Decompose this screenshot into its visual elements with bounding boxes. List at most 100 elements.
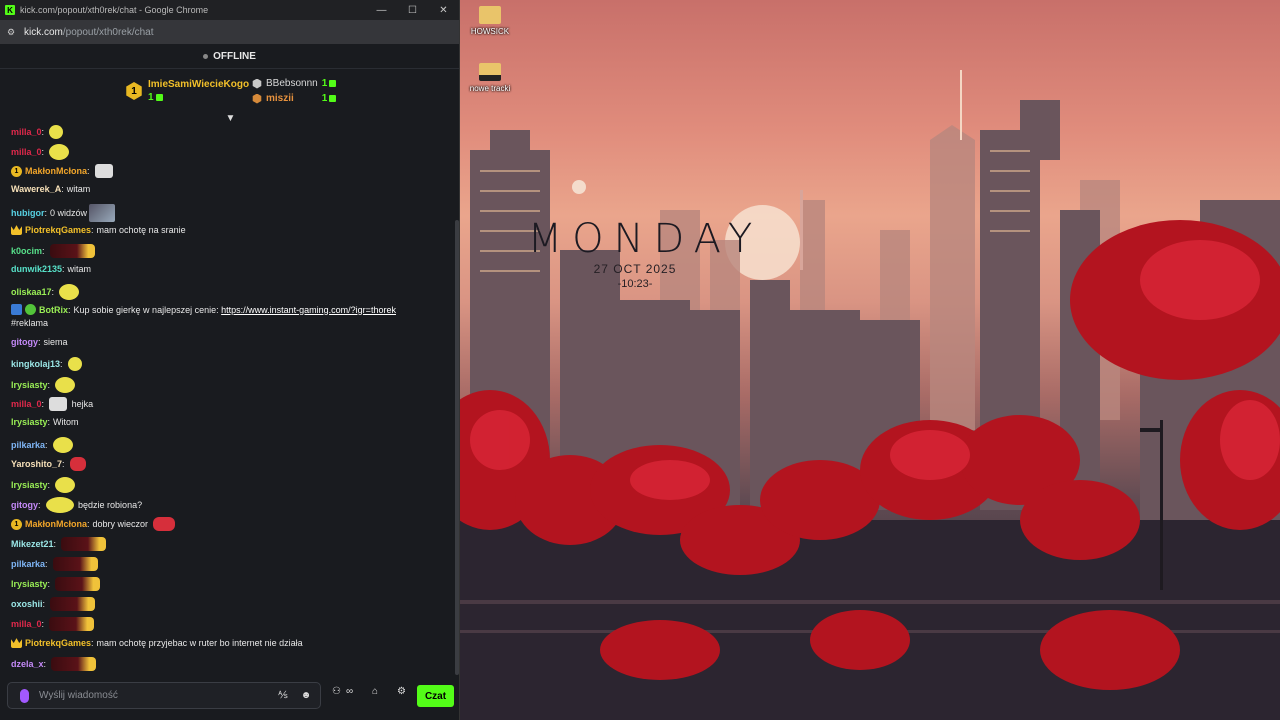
chat-username[interactable]: PiotrekqGames [25,638,91,648]
chat-username[interactable]: kingkolaj13 [11,359,60,369]
emote-icon [152,517,175,531]
url-path: /popout/xth0rek/chat [62,26,154,38]
emote-icon [51,657,97,671]
emote-icon [89,204,116,222]
bronze-medal-icon [252,93,262,104]
chat-input[interactable] [39,690,274,701]
window-title: kick.com/popout/xth0rek/chat - Google Ch… [20,5,209,15]
chat-message: pilkarka: [11,437,75,453]
chat-text: #reklama [11,318,49,328]
desktop-icon-nowe-tracki[interactable]: nowe tracki [460,63,520,93]
microphone-icon[interactable] [20,688,29,703]
chat-link[interactable]: https://www.instant-gaming.com/?igr=thor… [221,305,396,315]
chat-text: mam ochotę na sranie [96,224,186,235]
emote-icon [49,125,64,139]
chat-message: 1 MakłonMcłona: dobry wieczor [11,517,177,531]
bot-badge-icon [11,304,22,315]
chat-message: oxoshii: [11,597,97,611]
chat-message: Yaroshito_7: [11,457,88,471]
emote-icon [55,577,101,591]
translate-icon[interactable]: ⅍ [274,690,292,701]
chat-username[interactable]: lrysiasty [11,380,48,390]
chat-username[interactable]: PiotrekqGames [25,225,91,235]
chat-text: 0 widzów [50,208,88,218]
leaderboard-second[interactable]: BBebsonnn 1 [252,78,337,89]
chat-username[interactable]: milla_0 [11,127,42,137]
chat-username[interactable]: milla_0 [11,147,42,157]
chat-username[interactable]: milla_0 [11,619,42,629]
clock-widget-date: 27 OCT 2025 [593,262,677,276]
desktop-wallpaper: MONDAY 27 OCT 2025 -10:23- HOWSICK nowe … [460,0,1280,720]
desktop-icon-label: HOWSICK [470,27,510,36]
chat-message: dunwik2135: witam [11,264,92,274]
chat-username[interactable]: pilkarka [11,440,45,450]
address-bar[interactable]: ⚙ kick.com/popout/xth0rek/chat [0,20,459,44]
chat-message: dzela_x: [11,657,98,671]
close-button[interactable]: ✕ [428,0,459,20]
infinity-icon[interactable]: ∞ [346,686,353,697]
chat-username[interactable]: pilkarka [11,559,45,569]
chat-username[interactable]: lrysiasty [11,480,48,490]
chat-message: oliskaa17: [11,284,81,300]
chat-message: gitogy: siema [11,337,68,347]
chat-username[interactable]: milla_0 [11,399,42,409]
site-info-icon[interactable]: ⚙ [6,27,16,37]
chat-username[interactable]: oliskaa17 [11,287,52,297]
gift-icon [155,93,163,101]
minimize-button[interactable]: — [366,0,397,20]
gifter-badge-icon: 1 [11,518,22,530]
stream-status-bar: OFFLINE [0,44,459,69]
folder-icon [479,6,501,24]
chat-message: hubigor:0 widzów [11,204,117,222]
chat-username[interactable]: MakłonMcłona [25,166,87,176]
leaderboard-first-count: 1 [148,92,154,103]
chat-text: witam [66,184,91,194]
chat-message: 1 MakłonMcłona: [11,164,115,178]
chat-scrollbar[interactable] [455,220,459,675]
clock-widget-day: MONDAY [527,216,763,262]
gifter-badge-icon: 1 [11,165,22,177]
desktop-icon-label: nowe tracki [469,84,511,93]
desktop-icon-howsick[interactable]: HOWSICK [460,6,520,36]
emote-icon [49,144,70,160]
wallpaper-city [460,70,1280,720]
emoji-icon[interactable]: ☻ [297,690,315,701]
chat-username[interactable]: oxoshii [11,599,43,609]
leaderboard-first[interactable]: 1 ImieSamiWiecieKogo 1 [125,79,249,103]
chat-username[interactable]: Yaroshito_7 [11,459,62,469]
kick-logo-icon: K [5,5,15,15]
emote-icon [59,284,80,300]
chat-username[interactable]: lrysiasty [11,579,48,589]
chat-username[interactable]: Wawerek_A [11,184,61,194]
chat-text: siema [43,337,68,347]
emote-icon [49,617,95,631]
chat-username[interactable]: MakłonMcłona [25,519,87,529]
chat-text: hejka [71,399,94,409]
leaderboard-third[interactable]: miszii 1 [252,93,337,104]
people-icon[interactable]: ⚇ [332,686,341,697]
chat-username[interactable]: gitogy [11,500,38,510]
maximize-button[interactable]: ☐ [397,0,428,20]
settings-gear-icon[interactable]: ⚙ [397,686,406,697]
chat-message: kingkolaj13: [11,357,84,371]
emote-icon [52,437,73,453]
chat-username[interactable]: k0ocim [11,246,42,256]
send-chat-button[interactable]: Czat [417,685,454,707]
chat-username[interactable]: gitogy [11,337,38,347]
chat-text: mam ochotę przyjebac w ruter bo internet… [96,637,303,648]
chat-username[interactable]: BotRix [39,305,68,315]
store-icon[interactable]: ⌂ [372,686,378,697]
chat-username[interactable]: dzela_x [11,659,44,669]
chat-username[interactable]: hubigor [11,208,45,218]
chat-username[interactable]: dunwik2135 [11,264,62,274]
chat-message: Wawerek_A: witam [11,184,91,194]
chat-message: milla_0: hejka [11,397,94,411]
chat-input-box[interactable]: ⅍ ☻ [7,682,321,709]
chat-username[interactable]: Mikezet21 [11,539,54,549]
chat-username[interactable]: lrysiasty [11,417,48,427]
chat-message: pilkarka: [11,557,100,571]
chat-text: Kup sobie gierkę w najlepszej cenie: [73,304,219,315]
title-bar[interactable]: K kick.com/popout/xth0rek/chat - Google … [0,0,459,20]
emote-icon [55,377,76,393]
emote-icon [49,244,95,258]
